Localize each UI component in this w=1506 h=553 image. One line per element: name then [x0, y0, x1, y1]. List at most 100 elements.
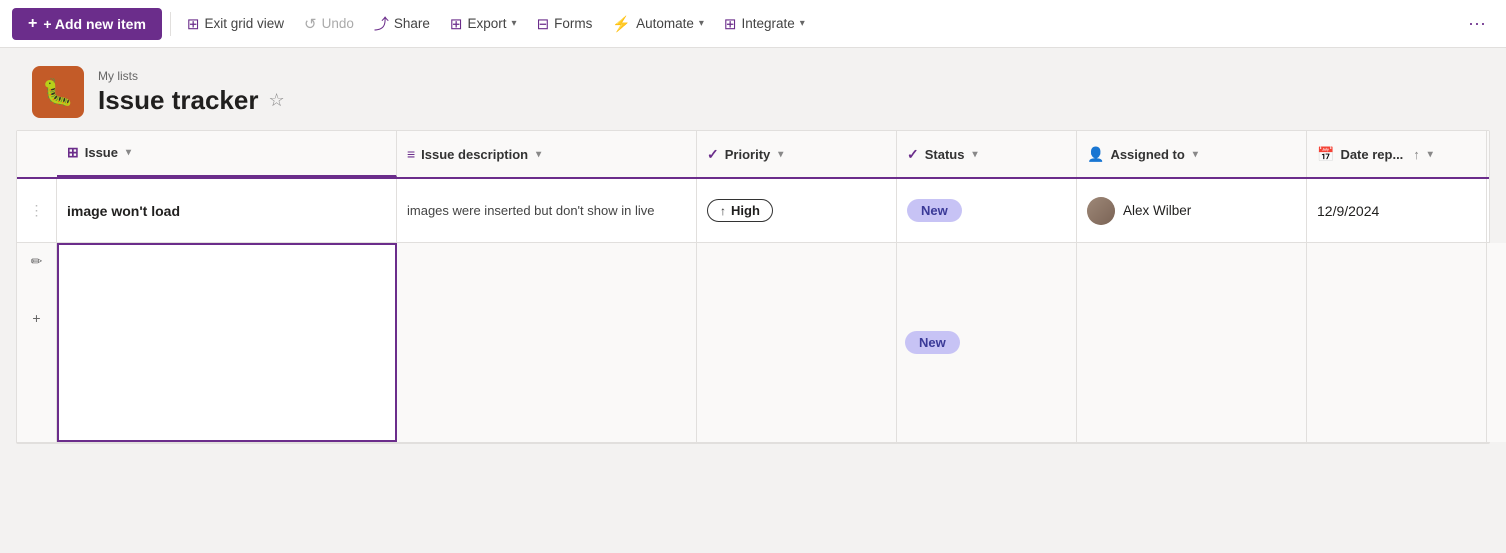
favorite-button[interactable]: ☆: [268, 90, 284, 111]
share-icon: ⤴: [374, 13, 389, 34]
status-badge: New: [907, 199, 962, 222]
editing-status-cell[interactable]: New: [897, 243, 1077, 442]
export-caret: ▾: [512, 18, 517, 29]
bug-icon: 🐛: [42, 77, 74, 108]
status-col-caret: ▾: [972, 149, 977, 160]
exit-grid-view-button[interactable]: ⊞ Exit grid view: [179, 10, 292, 38]
undo-label: Undo: [322, 16, 354, 31]
editing-date-cell[interactable]: [1307, 243, 1487, 442]
forms-button[interactable]: ⊟ Forms: [529, 10, 601, 38]
share-button[interactable]: ⤴ Share: [366, 8, 438, 39]
row-drag-handle: ⋮: [30, 202, 44, 219]
breadcrumb: My lists: [98, 69, 285, 83]
editing-assigned-cell[interactable]: [1077, 243, 1307, 442]
editing-desc-cell[interactable]: [397, 243, 697, 442]
exit-grid-label: Exit grid view: [204, 16, 284, 31]
page-title: Issue tracker: [98, 85, 258, 116]
editing-grid: New: [57, 243, 1506, 442]
avatar-image: [1087, 197, 1115, 225]
date-col-caret: ▾: [1428, 149, 1433, 160]
issue-cell[interactable]: image won't load: [57, 179, 397, 242]
page-title-row: Issue tracker ☆: [98, 85, 285, 116]
page-header: 🐛 My lists Issue tracker ☆: [0, 48, 1506, 118]
status-cell[interactable]: New: [897, 179, 1077, 242]
issue-col-caret: ▾: [126, 147, 131, 158]
editing-status-value: New: [919, 335, 946, 350]
col-header-status[interactable]: ✓ Status ▾: [897, 131, 1077, 177]
date-cell: 12/9/2024: [1307, 179, 1487, 242]
col-header-description[interactable]: ≡ Issue description ▾: [397, 131, 697, 177]
app-icon: 🐛: [32, 66, 84, 118]
date-col-label: Date rep...: [1340, 147, 1403, 162]
main-content: ⊞ Issue ▾ ≡ Issue description ▾ ✓ Priori…: [0, 130, 1506, 444]
automate-label: Automate: [636, 16, 694, 31]
forms-icon: ⊟: [537, 15, 550, 33]
undo-button[interactable]: ↺ Undo: [296, 10, 362, 38]
table-row: ⋮ image won't load images were inserted …: [17, 179, 1489, 243]
status-col-label: Status: [925, 147, 965, 162]
export-button[interactable]: ⊞ Export ▾: [442, 10, 525, 38]
col-header-assigned[interactable]: 👤 Assigned to ▾: [1077, 131, 1307, 177]
integrate-icon: ⊞: [724, 15, 737, 33]
priority-col-icon: ✓: [707, 146, 719, 163]
priority-cell[interactable]: ↑ High: [697, 179, 897, 242]
edit-pencil-icon[interactable]: ✏: [31, 253, 43, 270]
status-value: New: [921, 203, 948, 218]
col-header-priority[interactable]: ✓ Priority ▾: [697, 131, 897, 177]
edit-add-icon[interactable]: +: [32, 310, 40, 326]
description-cell[interactable]: images were inserted but don't show in l…: [397, 179, 697, 242]
editing-expand-cell: [1487, 243, 1506, 442]
editing-priority-cell[interactable]: [697, 243, 897, 442]
priority-badge: ↑ High: [707, 199, 773, 222]
issue-value: image won't load: [67, 203, 180, 219]
automate-button[interactable]: ⚡ Automate ▾: [604, 10, 712, 38]
assigned-col-caret: ▾: [1193, 149, 1198, 160]
date-value: 12/9/2024: [1317, 203, 1379, 219]
column-headers: ⊞ Issue ▾ ≡ Issue description ▾ ✓ Priori…: [17, 131, 1489, 179]
priority-value: High: [731, 203, 760, 218]
assignee-cell: Alex Wilber: [1087, 197, 1191, 225]
editing-issue-cell[interactable]: [57, 243, 397, 442]
automate-caret: ▾: [699, 18, 704, 29]
status-col-icon: ✓: [907, 146, 919, 163]
export-label: Export: [468, 16, 507, 31]
col-header-issue[interactable]: ⊞ Issue ▾: [57, 131, 397, 177]
sort-asc-icon: ↑: [1413, 147, 1420, 162]
add-new-item-button[interactable]: + + Add new item: [12, 8, 162, 40]
assigned-col-icon: 👤: [1087, 146, 1104, 163]
editing-left-column: ✏ +: [17, 243, 57, 442]
priority-col-caret: ▾: [778, 149, 783, 160]
forms-label: Forms: [554, 16, 592, 31]
grid-icon: ⊞: [187, 15, 200, 33]
col-header-date[interactable]: 📅 Date rep... ↑ ▾: [1307, 131, 1487, 177]
header-text: My lists Issue tracker ☆: [98, 69, 285, 116]
integrate-label: Integrate: [741, 16, 794, 31]
assignee-name: Alex Wilber: [1123, 203, 1191, 218]
row-expand-cell: [1487, 179, 1506, 242]
priority-col-label: Priority: [725, 147, 771, 162]
issue-text-input[interactable]: [59, 245, 395, 435]
plus-icon: +: [28, 15, 37, 33]
row-handle-cell: ⋮: [17, 179, 57, 242]
automate-icon: ⚡: [612, 15, 631, 33]
editing-row: ✏ + New: [17, 243, 1489, 443]
priority-up-arrow-icon: ↑: [720, 204, 726, 218]
avatar: [1087, 197, 1115, 225]
share-label: Share: [394, 16, 430, 31]
desc-col-label: Issue description: [421, 147, 528, 162]
description-value: images were inserted but don't show in l…: [407, 203, 654, 218]
issue-col-icon: ⊞: [67, 144, 79, 161]
desc-col-icon: ≡: [407, 146, 415, 162]
undo-icon: ↺: [304, 15, 317, 33]
desc-col-caret: ▾: [536, 149, 541, 160]
integrate-caret: ▾: [800, 18, 805, 29]
more-options-button[interactable]: ···: [1460, 9, 1494, 38]
date-col-icon: 📅: [1317, 146, 1334, 163]
assigned-col-label: Assigned to: [1110, 147, 1184, 162]
editing-status-badge: New: [905, 331, 960, 354]
integrate-button[interactable]: ⊞ Integrate ▾: [716, 10, 813, 38]
export-icon: ⊞: [450, 15, 463, 33]
col-header-expand[interactable]: ⊕: [1487, 131, 1506, 177]
issue-col-label: Issue: [85, 145, 118, 160]
assigned-cell[interactable]: Alex Wilber: [1077, 179, 1307, 242]
